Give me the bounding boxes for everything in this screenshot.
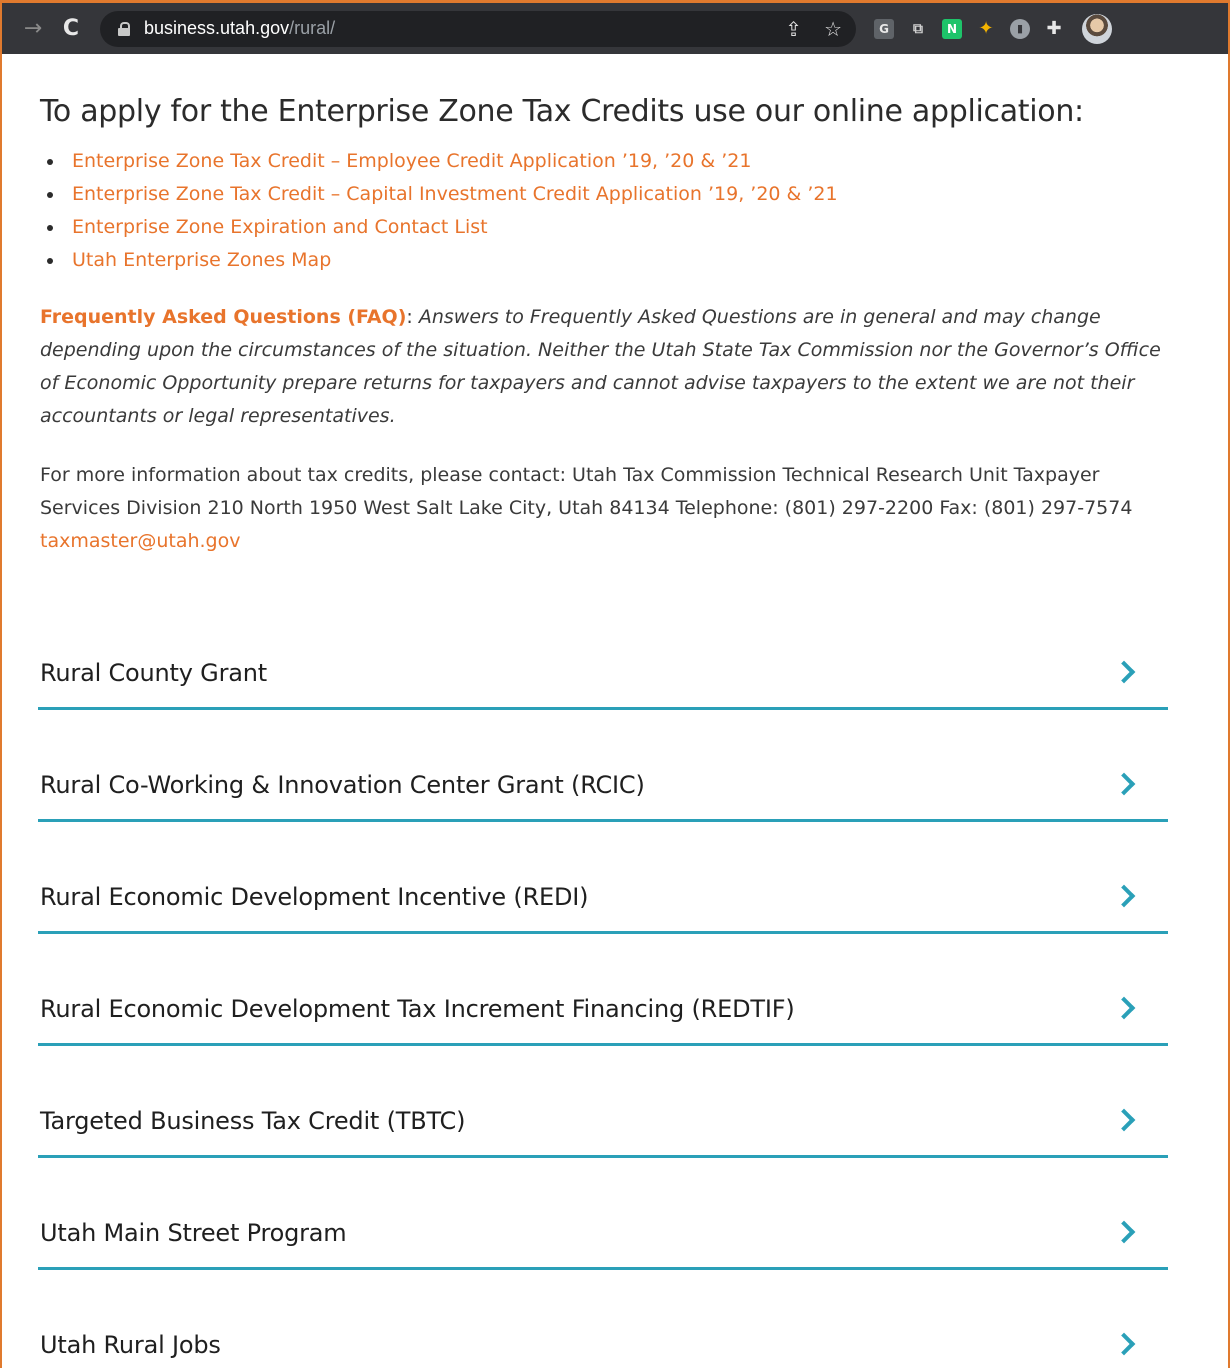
reload-icon[interactable]: C: [54, 12, 88, 46]
accordion-item-rcic[interactable]: Rural Co-Working & Innovation Center Gra…: [38, 742, 1168, 822]
list-item: Enterprise Zone Tax Credit – Capital Inv…: [38, 180, 1168, 213]
capital-investment-credit-application-link[interactable]: Enterprise Zone Tax Credit – Capital Inv…: [72, 183, 838, 205]
extensions-area: G ⧉ N ✦ ▮ ✚: [874, 13, 1112, 44]
accordion-item-rural-county-grant[interactable]: Rural County Grant: [38, 630, 1168, 710]
url-host: business.utah.gov: [144, 18, 290, 38]
email-link[interactable]: taxmaster@utah.gov: [40, 530, 240, 552]
chevron-right-icon[interactable]: [1112, 772, 1136, 796]
accordion-item-main-street[interactable]: Utah Main Street Program: [38, 1190, 1168, 1270]
list-item: Enterprise Zone Tax Credit – Employee Cr…: [38, 147, 1168, 180]
grammar-extension-icon[interactable]: G: [874, 18, 894, 39]
url-path: /rural/: [289, 18, 336, 38]
chevron-right-icon[interactable]: [1112, 1220, 1136, 1244]
faq-paragraph: Frequently Asked Questions (FAQ): Answer…: [40, 301, 1168, 433]
accordion-label: Utah Rural Jobs: [40, 1330, 221, 1359]
n-extension-icon[interactable]: N: [942, 18, 962, 39]
lock-icon[interactable]: [118, 21, 130, 36]
faq-link[interactable]: Frequently Asked Questions (FAQ): [40, 306, 406, 328]
accordion-label: Targeted Business Tax Credit (TBTC): [40, 1106, 466, 1135]
expiration-contact-list-link[interactable]: Enterprise Zone Expiration and Contact L…: [72, 216, 488, 238]
enterprise-zones-map-link[interactable]: Utah Enterprise Zones Map: [72, 249, 331, 271]
accordion-item-redi[interactable]: Rural Economic Development Incentive (RE…: [38, 854, 1168, 934]
contact-paragraph: For more information about tax credits, …: [40, 459, 1168, 558]
share-icon[interactable]: ⇪: [785, 17, 802, 41]
employee-credit-application-link[interactable]: Enterprise Zone Tax Credit – Employee Cr…: [72, 150, 751, 172]
contact-text: For more information about tax credits, …: [40, 464, 1133, 519]
accordion-item-rural-jobs[interactable]: Utah Rural Jobs: [38, 1302, 1168, 1368]
profile-avatar[interactable]: [1082, 13, 1112, 44]
chart-extension-icon[interactable]: ▮: [1010, 18, 1030, 39]
back-arrow-icon[interactable]: →: [16, 12, 50, 46]
accordion-label: Utah Main Street Program: [40, 1218, 347, 1247]
bookmark-star-icon[interactable]: ☆: [824, 17, 842, 41]
chevron-right-icon[interactable]: [1112, 660, 1136, 684]
chevron-right-icon[interactable]: [1112, 1108, 1136, 1132]
program-accordion: Rural County Grant Rural Co-Working & In…: [38, 630, 1168, 1368]
address-bar[interactable]: business.utah.gov/rural/ ⇪ ☆: [100, 10, 856, 47]
extensions-puzzle-icon[interactable]: ✚: [1044, 18, 1064, 39]
colorful-star-extension-icon[interactable]: ✦: [976, 18, 996, 39]
page-content: To apply for the Enterprise Zone Tax Cre…: [2, 54, 1228, 1368]
accordion-label: Rural Economic Development Incentive (RE…: [40, 882, 589, 911]
application-links-list: Enterprise Zone Tax Credit – Employee Cr…: [38, 147, 1168, 279]
accordion-label: Rural County Grant: [40, 658, 267, 687]
list-item: Utah Enterprise Zones Map: [38, 246, 1168, 279]
list-item: Enterprise Zone Expiration and Contact L…: [38, 213, 1168, 246]
browser-window: → C business.utah.gov/rural/ ⇪ ☆ G ⧉ N ✦…: [0, 0, 1230, 1368]
accordion-item-tbtc[interactable]: Targeted Business Tax Credit (TBTC): [38, 1078, 1168, 1158]
chevron-right-icon[interactable]: [1112, 996, 1136, 1020]
accordion-label: Rural Economic Development Tax Increment…: [40, 994, 795, 1023]
apply-heading: To apply for the Enterprise Zone Tax Cre…: [40, 94, 1084, 129]
faq-separator: :: [406, 306, 419, 328]
accordion-label: Rural Co-Working & Innovation Center Gra…: [40, 770, 645, 799]
tab-manager-extension-icon[interactable]: ⧉: [908, 19, 928, 39]
chevron-right-icon[interactable]: [1112, 1332, 1136, 1356]
chevron-right-icon[interactable]: [1112, 884, 1136, 908]
accordion-item-redtif[interactable]: Rural Economic Development Tax Increment…: [38, 966, 1168, 1046]
browser-toolbar: → C business.utah.gov/rural/ ⇪ ☆ G ⧉ N ✦…: [2, 0, 1228, 54]
